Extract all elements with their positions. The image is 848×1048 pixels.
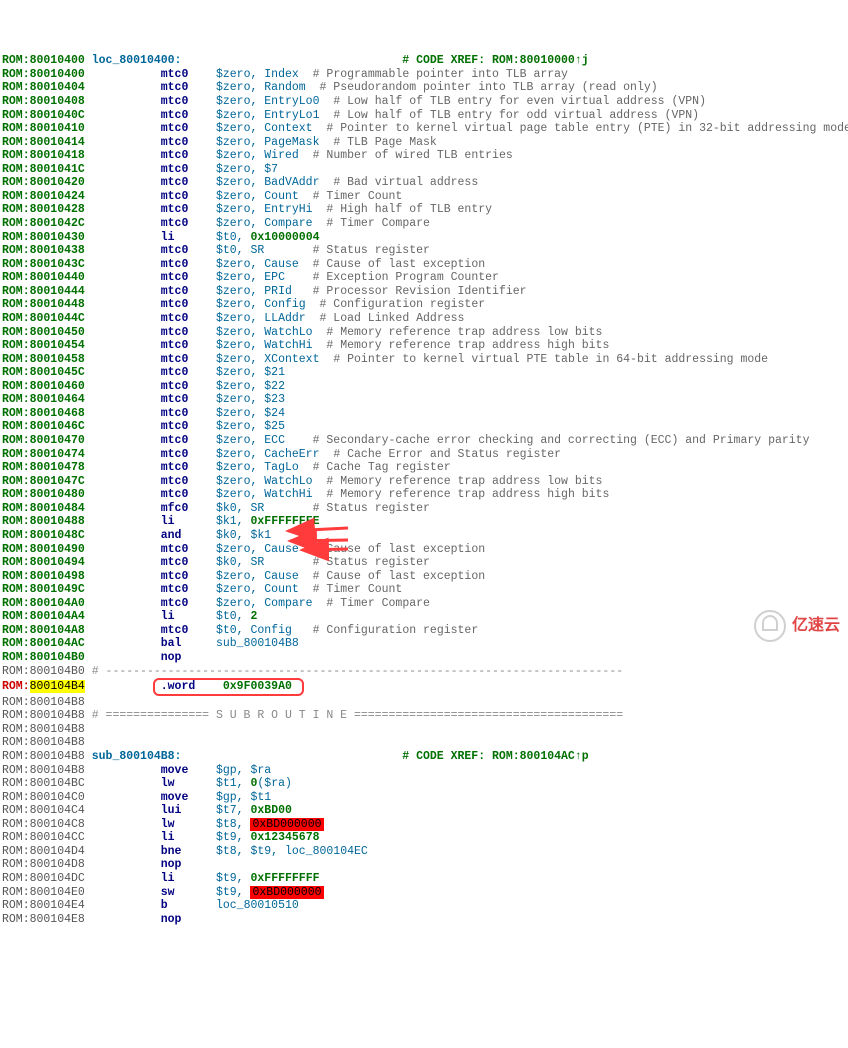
asm-line: ROM:80010498 mtc0 $zero, Cause # Cause o… [2, 570, 846, 584]
asm-line: ROM:8001042C mtc0 $zero, Compare # Timer… [2, 217, 846, 231]
asm-line: ROM:80010444 mtc0 $zero, PRId # Processo… [2, 285, 846, 299]
asm-line: ROM:80010484 mfc0 $k0, SR # Status regis… [2, 502, 846, 516]
asm-line: ROM:80010430 li $t0, 0x10000004 [2, 231, 846, 245]
asm-line: ROM:8001045C mtc0 $zero, $21 [2, 366, 846, 380]
asm-line: ROM:8001044C mtc0 $zero, LLAddr # Load L… [2, 312, 846, 326]
asm-line: ROM:800104C8 lw $t8, 0xBD000000 [2, 818, 846, 832]
asm-line: ROM:80010408 mtc0 $zero, EntryLo0 # Low … [2, 95, 846, 109]
asm-line: ROM:80010468 mtc0 $zero, $24 [2, 407, 846, 421]
asm-line: ROM:80010478 mtc0 $zero, TagLo # Cache T… [2, 461, 846, 475]
watermark: 亿速云 [754, 610, 840, 642]
asm-line: ROM:8001040C mtc0 $zero, EntryLo1 # Low … [2, 109, 846, 123]
asm-line: ROM:80010410 mtc0 $zero, Context # Point… [2, 122, 846, 136]
asm-line: ROM:80010428 mtc0 $zero, EntryHi # High … [2, 203, 846, 217]
asm-line: ROM:800104BC lw $t1, 0($ra) [2, 777, 846, 791]
asm-line: ROM:80010418 mtc0 $zero, Wired # Number … [2, 149, 846, 163]
asm-line: ROM:800104B8 move $gp, $ra [2, 764, 846, 778]
asm-line: ROM:80010404 mtc0 $zero, Random # Pseudo… [2, 81, 846, 95]
asm-line: ROM:80010424 mtc0 $zero, Count # Timer C… [2, 190, 846, 204]
asm-line: ROM:800104A0 mtc0 $zero, Compare # Timer… [2, 597, 846, 611]
asm-line: ROM:800104E8 nop [2, 913, 846, 927]
asm-line: ROM:800104E0 sw $t9, 0xBD000000 [2, 886, 846, 900]
asm-line: ROM:800104C0 move $gp, $t1 [2, 791, 846, 805]
asm-line: ROM:800104B8 [2, 736, 846, 750]
asm-line: ROM:800104B0 nop [2, 651, 846, 665]
asm-line: ROM:800104B8 sub_800104B8: # CODE XREF: … [2, 750, 846, 764]
seebug-icon [754, 610, 786, 642]
asm-line: ROM:800104DC li $t9, 0xFFFFFFFF [2, 872, 846, 886]
asm-line: ROM:80010420 mtc0 $zero, BadVAddr # Bad … [2, 176, 846, 190]
asm-line: ROM:800104B4 .word 0x9F0039A0 [2, 678, 846, 696]
asm-line: ROM:80010438 mtc0 $t0, SR # Status regis… [2, 244, 846, 258]
asm-line: ROM:800104C4 lui $t7, 0xBD00 [2, 804, 846, 818]
asm-line: ROM:80010474 mtc0 $zero, CacheErr # Cach… [2, 448, 846, 462]
asm-line: ROM:800104D4 bne $t8, $t9, loc_800104EC [2, 845, 846, 859]
watermark-text: 亿速云 [792, 617, 840, 636]
asm-line: ROM:8001041C mtc0 $zero, $7 [2, 163, 846, 177]
asm-line: ROM:800104B8 # =============== S U B R O… [2, 709, 846, 723]
asm-line: ROM:80010464 mtc0 $zero, $23 [2, 393, 846, 407]
asm-line: ROM:800104CC li $t9, 0x12345678 [2, 831, 846, 845]
asm-line: ROM:8001049C mtc0 $zero, Count # Timer C… [2, 583, 846, 597]
asm-line: ROM:8001043C mtc0 $zero, Cause # Cause o… [2, 258, 846, 272]
asm-line: ROM:800104A8 mtc0 $t0, Config # Configur… [2, 624, 846, 638]
asm-line: ROM:80010400 loc_80010400: # CODE XREF: … [2, 54, 846, 68]
asm-line: ROM:800104D8 nop [2, 858, 846, 872]
asm-line: ROM:80010400 mtc0 $zero, Index # Program… [2, 68, 846, 82]
asm-line: ROM:80010480 mtc0 $zero, WatchHi # Memor… [2, 488, 846, 502]
asm-line: ROM:80010470 mtc0 $zero, ECC # Secondary… [2, 434, 846, 448]
asm-line: ROM:80010414 mtc0 $zero, PageMask # TLB … [2, 136, 846, 150]
asm-line: ROM:8001048C and $k0, $k1 [2, 529, 846, 543]
asm-line: ROM:80010458 mtc0 $zero, XContext # Poin… [2, 353, 846, 367]
asm-line: ROM:80010448 mtc0 $zero, Config # Config… [2, 298, 846, 312]
asm-line: ROM:800104B0 # -------------------------… [2, 665, 846, 679]
asm-line: ROM:80010460 mtc0 $zero, $22 [2, 380, 846, 394]
asm-line: ROM:800104E4 b loc_80010510 [2, 899, 846, 913]
asm-line: ROM:800104A4 li $t0, 2 [2, 610, 846, 624]
asm-line: ROM:80010440 mtc0 $zero, EPC # Exception… [2, 271, 846, 285]
disassembly-listing: ROM:80010400 loc_80010400: # CODE XREF: … [0, 54, 848, 926]
asm-line: ROM:80010488 li $k1, 0xFFFFFFFE [2, 515, 846, 529]
asm-line: ROM:800104B8 [2, 696, 846, 710]
asm-line: ROM:80010490 mtc0 $zero, Cause # Cause o… [2, 543, 846, 557]
asm-line: ROM:8001046C mtc0 $zero, $25 [2, 420, 846, 434]
asm-line: ROM:800104B8 [2, 723, 846, 737]
asm-line: ROM:80010454 mtc0 $zero, WatchHi # Memor… [2, 339, 846, 353]
asm-line: ROM:8001047C mtc0 $zero, WatchLo # Memor… [2, 475, 846, 489]
asm-line: ROM:800104AC bal sub_800104B8 [2, 637, 846, 651]
asm-line: ROM:80010494 mtc0 $k0, SR # Status regis… [2, 556, 846, 570]
asm-line: ROM:80010450 mtc0 $zero, WatchLo # Memor… [2, 326, 846, 340]
